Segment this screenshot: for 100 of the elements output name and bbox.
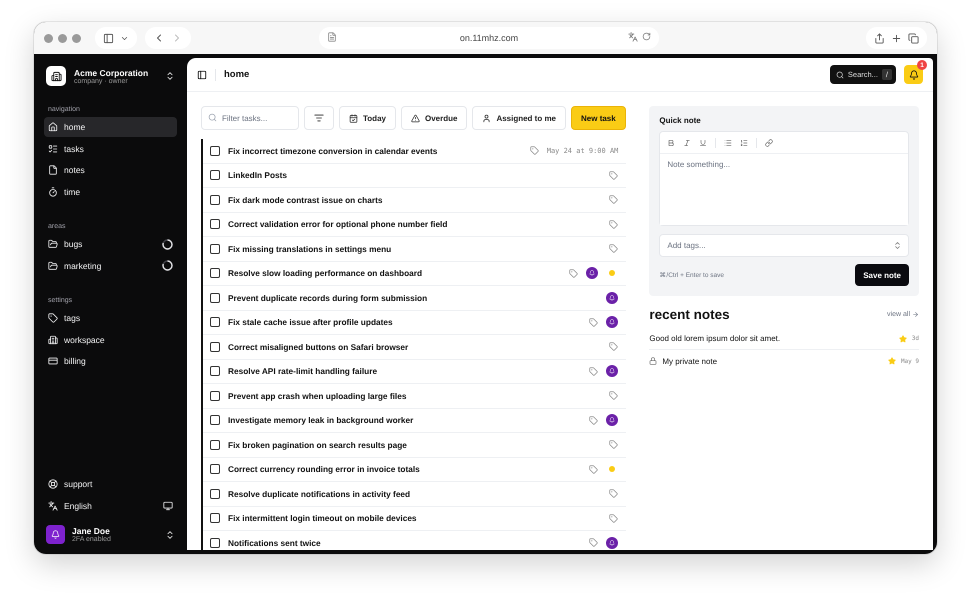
- task-title[interactable]: Correct misaligned buttons on Safari browser: [228, 342, 602, 352]
- task-title[interactable]: LinkedIn Posts: [228, 170, 602, 180]
- tag-icon[interactable]: [609, 514, 618, 523]
- tag-icon[interactable]: [609, 489, 618, 498]
- task-title[interactable]: Fix intermittent login timeout on mobile devices: [228, 513, 602, 524]
- numbered-list-icon[interactable]: [740, 138, 748, 146]
- star-icon[interactable]: [898, 334, 907, 342]
- folder-icon: [48, 260, 58, 270]
- link-icon[interactable]: [765, 138, 774, 146]
- save-note-button[interactable]: Save note: [855, 264, 909, 286]
- tag-icon[interactable]: [589, 538, 598, 548]
- task-checkbox[interactable]: [210, 366, 220, 376]
- language-item[interactable]: English: [44, 496, 177, 516]
- warning-icon: [410, 114, 420, 122]
- monitor-icon[interactable]: [163, 500, 173, 510]
- task-title[interactable]: Notifications sent twice: [228, 538, 582, 548]
- bullet-list-icon[interactable]: [724, 138, 732, 146]
- bold-icon[interactable]: [667, 138, 676, 146]
- task-checkbox[interactable]: [210, 342, 220, 352]
- tag-icon[interactable]: [569, 268, 578, 278]
- task-checkbox[interactable]: [210, 170, 220, 180]
- task-title[interactable]: Fix dark mode contrast issue on charts: [228, 194, 602, 205]
- tag-icon[interactable]: [589, 416, 598, 425]
- task-title[interactable]: Fix broken pagination on search results page: [228, 440, 602, 450]
- reload-icon[interactable]: [642, 32, 651, 41]
- task-title[interactable]: Correct validation error for optional phone number field: [228, 219, 602, 230]
- tags-select[interactable]: Add tags...: [659, 234, 909, 257]
- task-checkbox[interactable]: [210, 292, 220, 303]
- task-checkbox[interactable]: [210, 194, 220, 205]
- nav-item[interactable]: bugs: [44, 234, 177, 254]
- note-editor[interactable]: Note something...: [659, 131, 909, 226]
- tag-icon[interactable]: [530, 146, 539, 156]
- task-checkbox[interactable]: [210, 219, 220, 230]
- task-title[interactable]: Resolve slow loading performance on dashboard: [228, 268, 562, 278]
- tag-icon[interactable]: [609, 244, 618, 254]
- translate-icon[interactable]: [628, 32, 638, 42]
- plus-icon[interactable]: [891, 32, 902, 44]
- tag-icon[interactable]: [609, 220, 618, 229]
- tag-icon[interactable]: [589, 318, 598, 327]
- underline-icon[interactable]: [699, 138, 708, 146]
- task-checkbox[interactable]: [210, 390, 220, 401]
- arrow-icon: [912, 311, 919, 318]
- task-title[interactable]: Prevent duplicate records during form submission: [228, 292, 598, 303]
- note-title[interactable]: My private note: [662, 356, 883, 366]
- filter-chip[interactable]: Today: [339, 106, 396, 130]
- switcher-icon[interactable]: [165, 71, 175, 81]
- task-checkbox[interactable]: [210, 268, 220, 278]
- tag-icon[interactable]: [589, 464, 598, 474]
- note-title[interactable]: Good old lorem ipsum dolor sit amet.: [649, 334, 894, 343]
- sidebar-toggle-icon[interactable]: [197, 70, 207, 80]
- bell-icon: [51, 530, 60, 539]
- tag-icon[interactable]: [589, 366, 598, 376]
- switcher-icon[interactable]: [165, 530, 175, 540]
- task-checkbox[interactable]: [210, 538, 220, 548]
- task-title[interactable]: Resolve duplicate notifications in activity feed: [228, 488, 602, 499]
- tag-icon[interactable]: [609, 342, 618, 352]
- address-bar[interactable]: on.11mhz.com: [319, 27, 659, 49]
- task-checkbox[interactable]: [210, 513, 220, 524]
- task-title[interactable]: Fix incorrect timezone conversion in calendar events: [228, 146, 522, 156]
- nav-item[interactable]: time: [44, 182, 177, 202]
- nav-item[interactable]: marketing: [44, 256, 177, 276]
- filter-field[interactable]: Filter tasks...: [201, 106, 299, 130]
- share-icon[interactable]: [874, 32, 885, 44]
- tag-icon[interactable]: [609, 195, 618, 204]
- task-checkbox[interactable]: [210, 488, 220, 499]
- task-title[interactable]: Investigate memory leak in background worker: [228, 415, 582, 426]
- task-title[interactable]: Fix stale cache issue after profile updates: [228, 317, 582, 328]
- italic-icon[interactable]: [683, 138, 692, 146]
- nav-item[interactable]: workspace: [44, 330, 177, 350]
- notifications-button[interactable]: [904, 65, 923, 84]
- task-checkbox[interactable]: [210, 244, 220, 254]
- star-icon[interactable]: [888, 357, 896, 365]
- section-heading: recent notes: [649, 307, 730, 322]
- nav-item[interactable]: tags: [44, 308, 177, 328]
- task-title[interactable]: Resolve API rate-limit handling failure: [228, 366, 582, 376]
- filter-chip[interactable]: Overdue: [400, 106, 468, 130]
- filter-chip[interactable]: Assigned to me: [472, 106, 566, 130]
- nav-item[interactable]: billing: [44, 351, 177, 371]
- task-title[interactable]: Prevent app crash when uploading large files: [228, 390, 602, 401]
- nav-item[interactable]: home: [44, 117, 177, 137]
- task-checkbox[interactable]: [210, 464, 220, 474]
- filter-icon: [314, 113, 324, 123]
- task-title[interactable]: Fix missing translations in settings menu: [228, 244, 602, 254]
- task-title[interactable]: Correct currency rounding error in invoice totals: [228, 464, 582, 474]
- task-checkbox[interactable]: [210, 415, 220, 426]
- new-task-button[interactable]: New task: [571, 106, 626, 130]
- task-checkbox[interactable]: [210, 317, 220, 328]
- tag-icon[interactable]: [609, 440, 618, 450]
- filter-button[interactable]: [304, 106, 334, 130]
- nav-item[interactable]: notes: [44, 160, 177, 180]
- stopwatch-icon: [48, 186, 58, 196]
- nav-item[interactable]: tasks: [44, 138, 177, 158]
- sidebar-toggle-button[interactable]: [95, 27, 137, 49]
- task-checkbox[interactable]: [210, 440, 220, 450]
- nav-item[interactable]: support: [44, 474, 177, 494]
- tag-icon[interactable]: [609, 170, 618, 180]
- user-icon: [482, 114, 492, 122]
- tabs-icon[interactable]: [908, 32, 919, 44]
- tag-icon[interactable]: [609, 391, 618, 400]
- task-checkbox[interactable]: [210, 146, 220, 156]
